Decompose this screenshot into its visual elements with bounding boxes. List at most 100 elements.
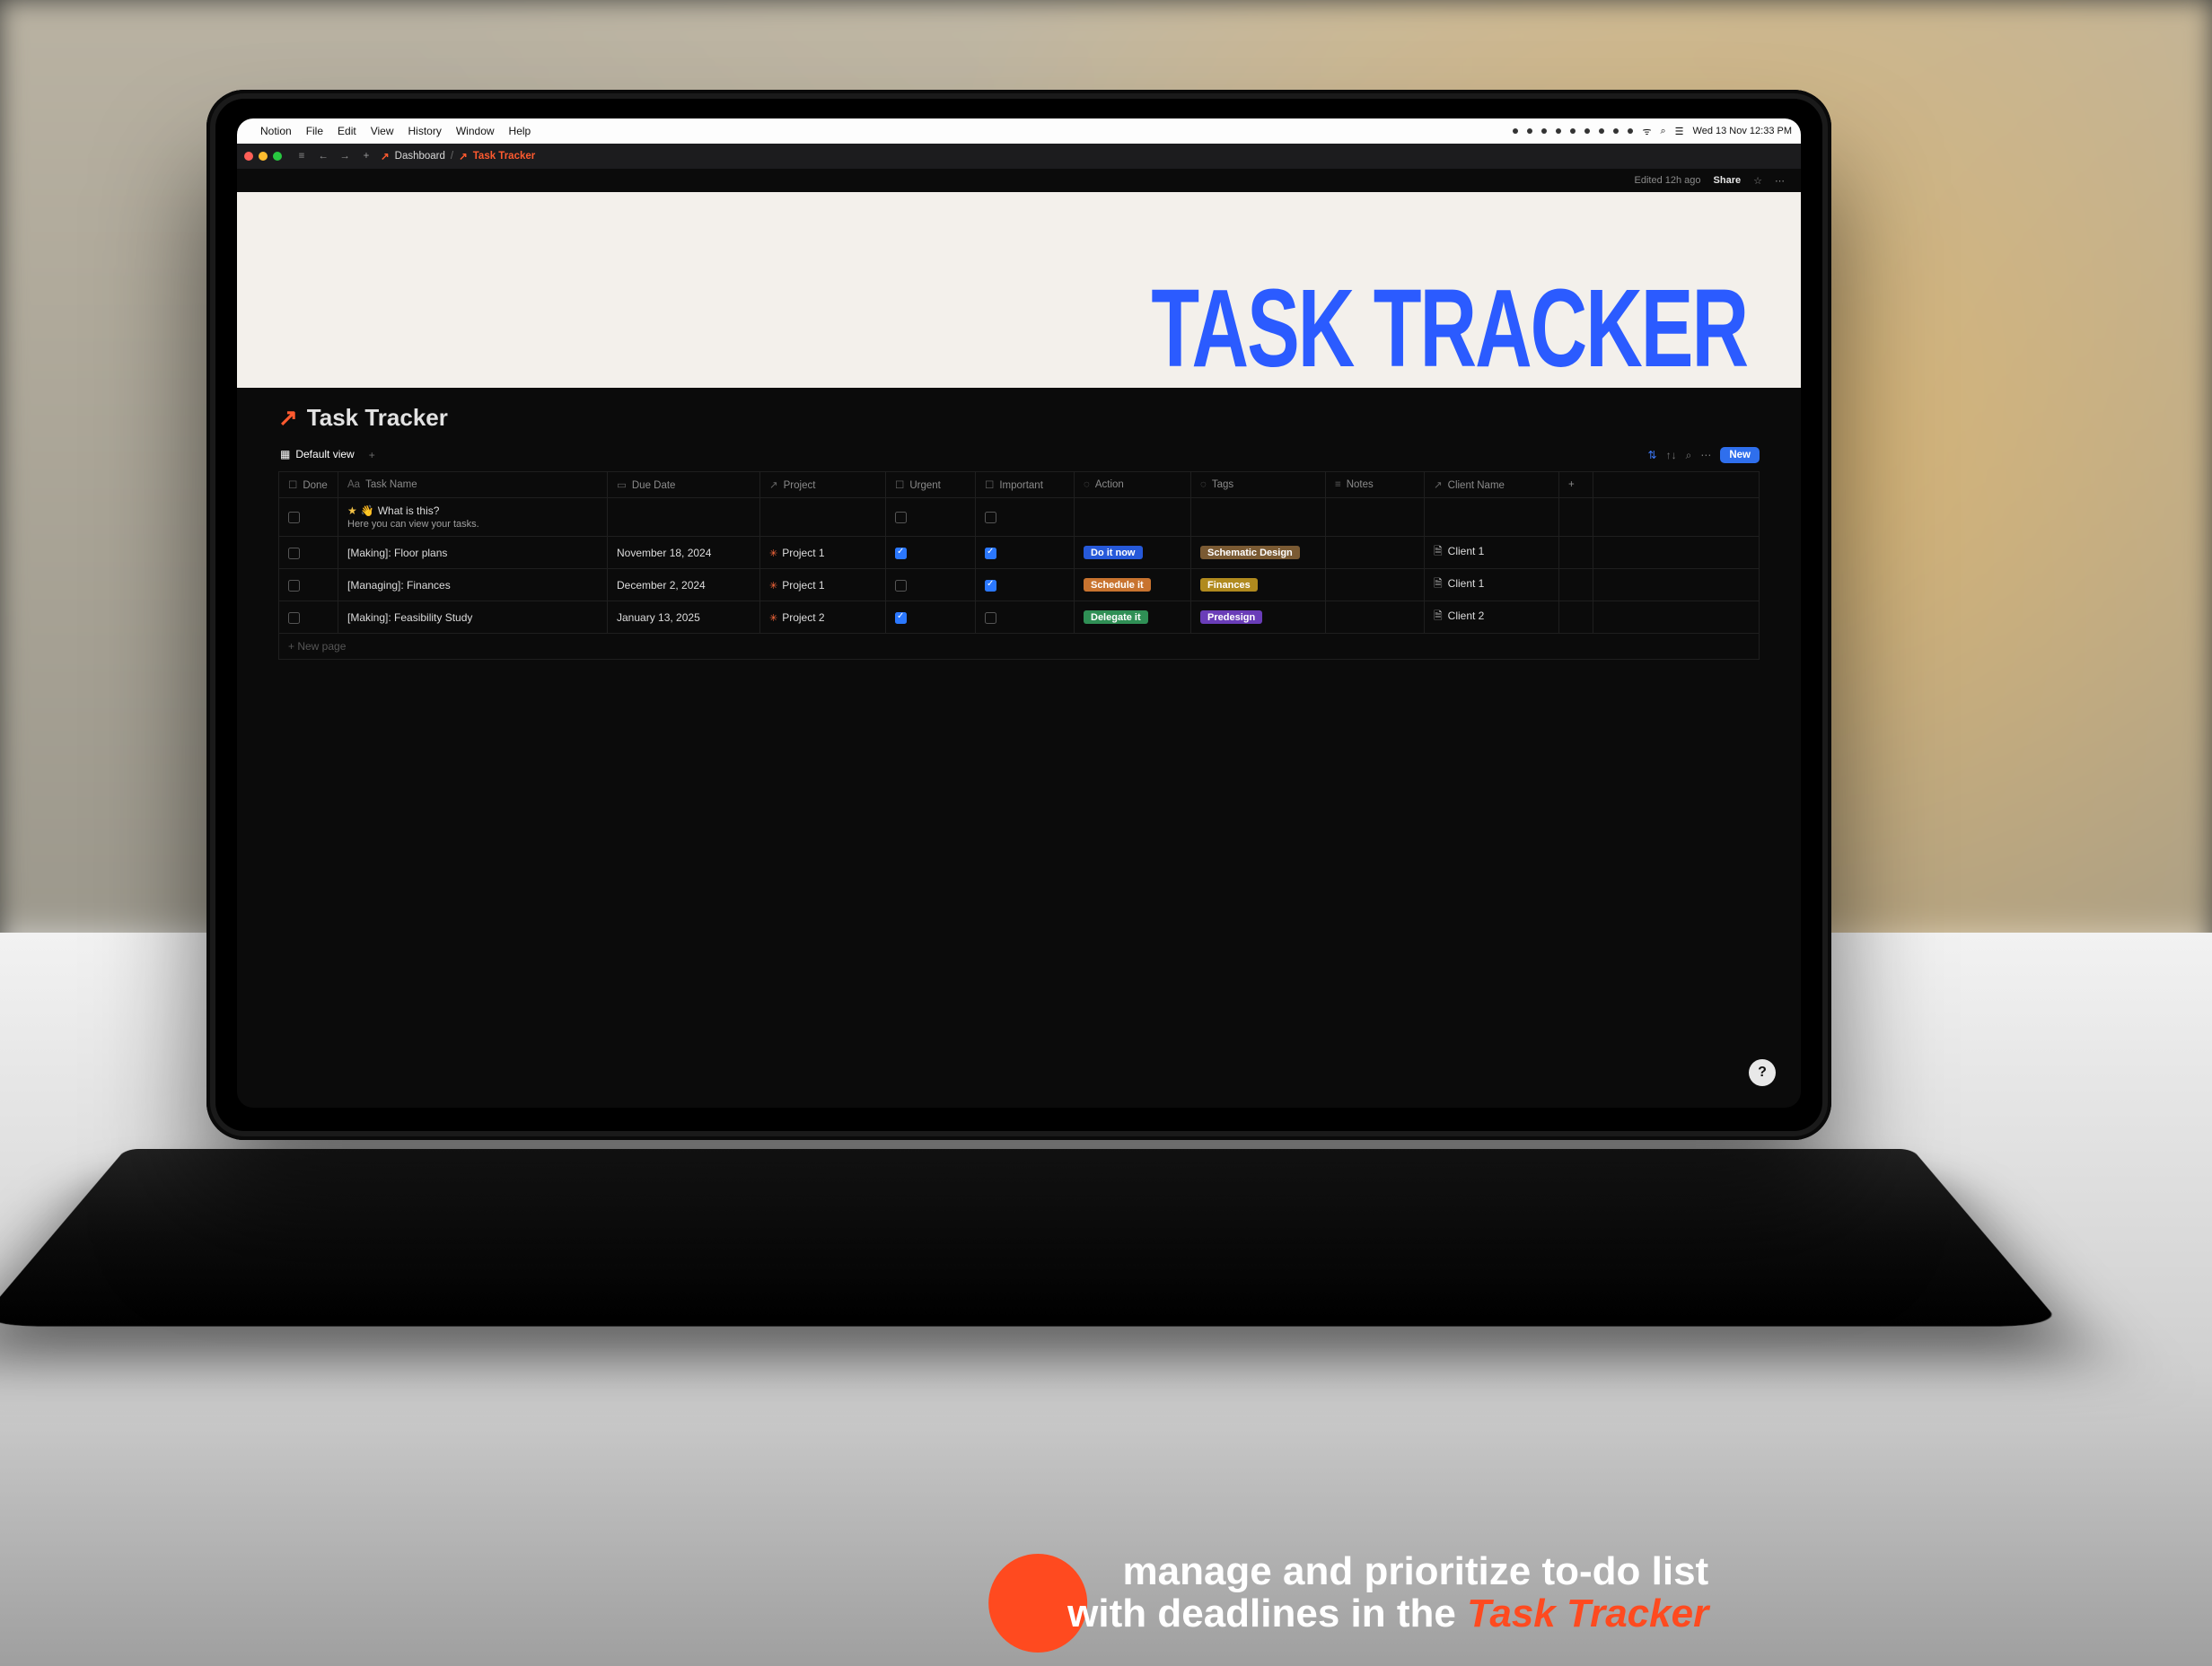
page-cover[interactable]: TASK TRACKER	[237, 192, 1801, 388]
cell-important[interactable]	[976, 569, 1075, 601]
search-icon[interactable]: ⌕	[1660, 126, 1665, 137]
done-checkbox[interactable]	[288, 580, 300, 592]
menu-file[interactable]: File	[306, 125, 323, 137]
cell-important[interactable]	[976, 537, 1075, 569]
cell-add[interactable]	[1559, 498, 1593, 537]
new-row-button[interactable]: New	[1720, 447, 1760, 463]
cell-end[interactable]	[1593, 601, 1760, 634]
cell-due-date[interactable]: December 2, 2024	[608, 569, 760, 601]
more-db-icon[interactable]: ⋯	[1700, 449, 1711, 461]
new-row-label[interactable]: New page	[279, 634, 1760, 660]
menubar-status-icon[interactable]	[1513, 128, 1518, 134]
cell-task-name[interactable]: [Making]: Feasibility Study	[338, 601, 608, 634]
cell-done[interactable]	[279, 569, 338, 601]
more-icon[interactable]: ⋯	[1775, 175, 1785, 187]
menubar-status-icon[interactable]	[1599, 128, 1604, 134]
cell-important[interactable]	[976, 498, 1075, 537]
cell-add[interactable]	[1559, 601, 1593, 634]
menubar-status-icon[interactable]	[1584, 128, 1590, 134]
sort-icon[interactable]: ↑↓	[1666, 449, 1677, 461]
cell-task-name[interactable]: [Making]: Floor plans	[338, 537, 608, 569]
col-client[interactable]: ↗Client Name	[1425, 472, 1559, 498]
add-column-button[interactable]: +	[1559, 472, 1593, 498]
cell-urgent[interactable]	[886, 537, 976, 569]
close-window-button[interactable]	[244, 152, 253, 161]
cell-client[interactable]: Client 1	[1425, 537, 1559, 569]
cell-action[interactable]: Do it now	[1075, 537, 1191, 569]
menu-edit[interactable]: Edit	[338, 125, 356, 137]
cell-client[interactable]: Client 1	[1425, 569, 1559, 601]
menubar-status-icon[interactable]	[1527, 128, 1532, 134]
cell-task-name[interactable]: ★👋What is this?Here you can view your ta…	[338, 498, 608, 537]
menu-view[interactable]: View	[371, 125, 394, 137]
menubar-status-icon[interactable]	[1628, 128, 1633, 134]
cell-add[interactable]	[1559, 537, 1593, 569]
cell-project[interactable]: Project 2	[760, 601, 886, 634]
page-title[interactable]: Task Tracker	[307, 404, 448, 432]
cell-task-name[interactable]: [Managing]: Finances	[338, 569, 608, 601]
forward-button[interactable]: →	[338, 151, 352, 162]
view-tab-default[interactable]: ▦ Default view	[278, 444, 356, 466]
search-icon[interactable]: ⌕	[1686, 449, 1692, 462]
cell-action[interactable]: Schedule it	[1075, 569, 1191, 601]
cell-project[interactable]	[760, 498, 886, 537]
cell-end[interactable]	[1593, 498, 1760, 537]
back-button[interactable]: ←	[316, 151, 330, 162]
done-checkbox[interactable]	[288, 612, 300, 624]
maximize-window-button[interactable]	[273, 152, 282, 161]
control-center-icon[interactable]: ☰	[1675, 126, 1684, 137]
col-notes[interactable]: ≡Notes	[1326, 472, 1425, 498]
page-heading[interactable]: ↗ Task Tracker	[278, 404, 1760, 432]
col-action[interactable]: ◌Action	[1075, 472, 1191, 498]
new-row[interactable]: New page	[279, 634, 1760, 660]
cell-notes[interactable]	[1326, 537, 1425, 569]
cell-add[interactable]	[1559, 569, 1593, 601]
breadcrumb-current[interactable]: Task Tracker	[473, 151, 535, 162]
table-row[interactable]: [Making]: Floor plansNovember 18, 2024Pr…	[279, 537, 1760, 569]
table-row[interactable]: [Managing]: FinancesDecember 2, 2024Proj…	[279, 569, 1760, 601]
cell-tags[interactable]	[1191, 498, 1326, 537]
cell-notes[interactable]	[1326, 601, 1425, 634]
menu-window[interactable]: Window	[456, 125, 495, 137]
cell-notes[interactable]	[1326, 569, 1425, 601]
col-task-name[interactable]: AaTask Name	[338, 472, 608, 498]
col-important[interactable]: ☐Important	[976, 472, 1075, 498]
menu-help[interactable]: Help	[509, 125, 531, 137]
cell-notes[interactable]	[1326, 498, 1425, 537]
filter-icon[interactable]: ⇅	[1648, 449, 1657, 461]
cell-project[interactable]: Project 1	[760, 569, 886, 601]
menubar-app[interactable]: Notion	[260, 125, 292, 137]
cell-tags[interactable]: Finances	[1191, 569, 1326, 601]
cell-tags[interactable]: Predesign	[1191, 601, 1326, 634]
col-due-date[interactable]: ▭Due Date	[608, 472, 760, 498]
table-row[interactable]: [Making]: Feasibility StudyJanuary 13, 2…	[279, 601, 1760, 634]
add-view-button[interactable]: +	[369, 449, 375, 461]
cell-action[interactable]	[1075, 498, 1191, 537]
cell-important[interactable]	[976, 601, 1075, 634]
cell-action[interactable]: Delegate it	[1075, 601, 1191, 634]
cell-due-date[interactable]: November 18, 2024	[608, 537, 760, 569]
col-done[interactable]: ☐Done	[279, 472, 338, 498]
cell-done[interactable]	[279, 601, 338, 634]
menubar-status-icon[interactable]	[1613, 128, 1619, 134]
page-icon[interactable]: ↗	[278, 404, 298, 432]
menubar-clock[interactable]: Wed 13 Nov 12:33 PM	[1693, 126, 1792, 136]
done-checkbox[interactable]	[288, 512, 300, 523]
cell-due-date[interactable]: January 13, 2025	[608, 601, 760, 634]
done-checkbox[interactable]	[288, 548, 300, 559]
col-project[interactable]: ↗Project	[760, 472, 886, 498]
table-row[interactable]: ★👋What is this?Here you can view your ta…	[279, 498, 1760, 537]
cell-tags[interactable]: Schematic Design	[1191, 537, 1326, 569]
cell-client[interactable]: Client 2	[1425, 601, 1559, 634]
sidebar-toggle-icon[interactable]: ≡	[294, 151, 309, 162]
cell-done[interactable]	[279, 498, 338, 537]
cell-urgent[interactable]	[886, 601, 976, 634]
menubar-status-icon[interactable]	[1570, 128, 1576, 134]
cell-end[interactable]	[1593, 569, 1760, 601]
wifi-icon[interactable]: ᯤ	[1642, 125, 1651, 138]
cell-end[interactable]	[1593, 537, 1760, 569]
minimize-window-button[interactable]	[259, 152, 268, 161]
share-button[interactable]: Share	[1714, 175, 1742, 186]
menubar-status-icon[interactable]	[1541, 128, 1547, 134]
col-tags[interactable]: ◌Tags	[1191, 472, 1326, 498]
